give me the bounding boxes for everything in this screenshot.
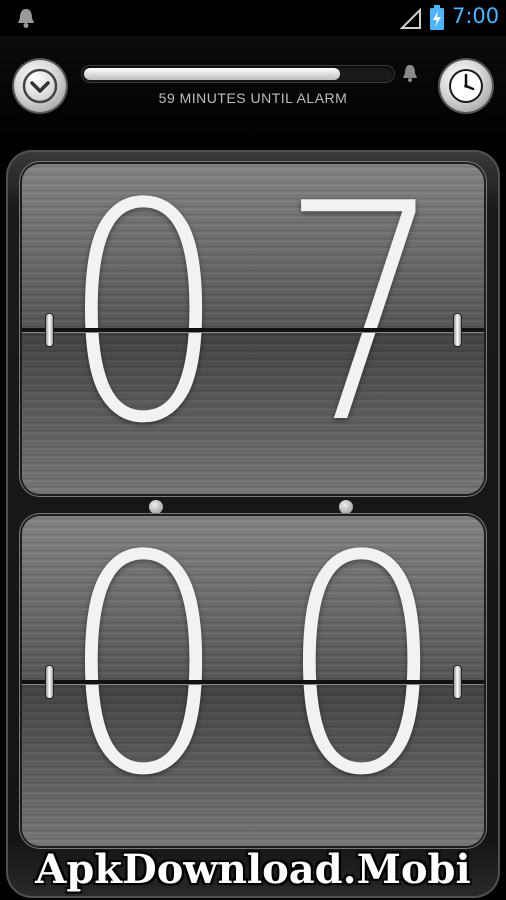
hinge-right bbox=[454, 666, 461, 698]
alarm-bell-icon bbox=[18, 9, 34, 28]
watermark-text: ApkDownload.Mobi bbox=[35, 846, 471, 893]
hours-digit-ones: 7 bbox=[279, 164, 445, 489]
alarm-header: 59 MINUTES UNTIL ALARM bbox=[0, 36, 506, 146]
minutes-digit-tens: 0 bbox=[61, 516, 227, 841]
collapse-button[interactable] bbox=[14, 60, 66, 112]
alarm-progress-bar bbox=[82, 66, 394, 82]
flip-clock: 0 7 0 0 bbox=[6, 150, 500, 898]
signal-icon bbox=[400, 8, 421, 29]
hours-card[interactable]: 0 7 bbox=[22, 164, 484, 494]
hours-digit-tens: 0 bbox=[61, 164, 227, 489]
battery-charging-icon bbox=[430, 5, 444, 30]
alarm-countdown-text: 59 MINUTES UNTIL ALARM bbox=[158, 90, 348, 106]
clock-button[interactable] bbox=[440, 60, 492, 112]
status-time: 7:00 bbox=[452, 4, 500, 28]
hinge-right bbox=[454, 314, 461, 346]
flip-split-line bbox=[22, 328, 484, 332]
alarm-bell-icon bbox=[403, 65, 417, 82]
colon-dot-left bbox=[149, 500, 163, 514]
chevron-down-icon bbox=[22, 68, 58, 104]
alarm-progress-fill bbox=[84, 68, 340, 80]
hinge-left bbox=[46, 666, 53, 698]
flip-split-line bbox=[22, 680, 484, 684]
minutes-card[interactable]: 0 0 bbox=[22, 516, 484, 846]
colon-dot-right bbox=[339, 500, 353, 514]
minutes-digit-ones: 0 bbox=[279, 516, 445, 841]
clock-icon bbox=[449, 69, 483, 103]
hinge-left bbox=[46, 314, 53, 346]
status-bar: 7:00 bbox=[0, 0, 506, 36]
